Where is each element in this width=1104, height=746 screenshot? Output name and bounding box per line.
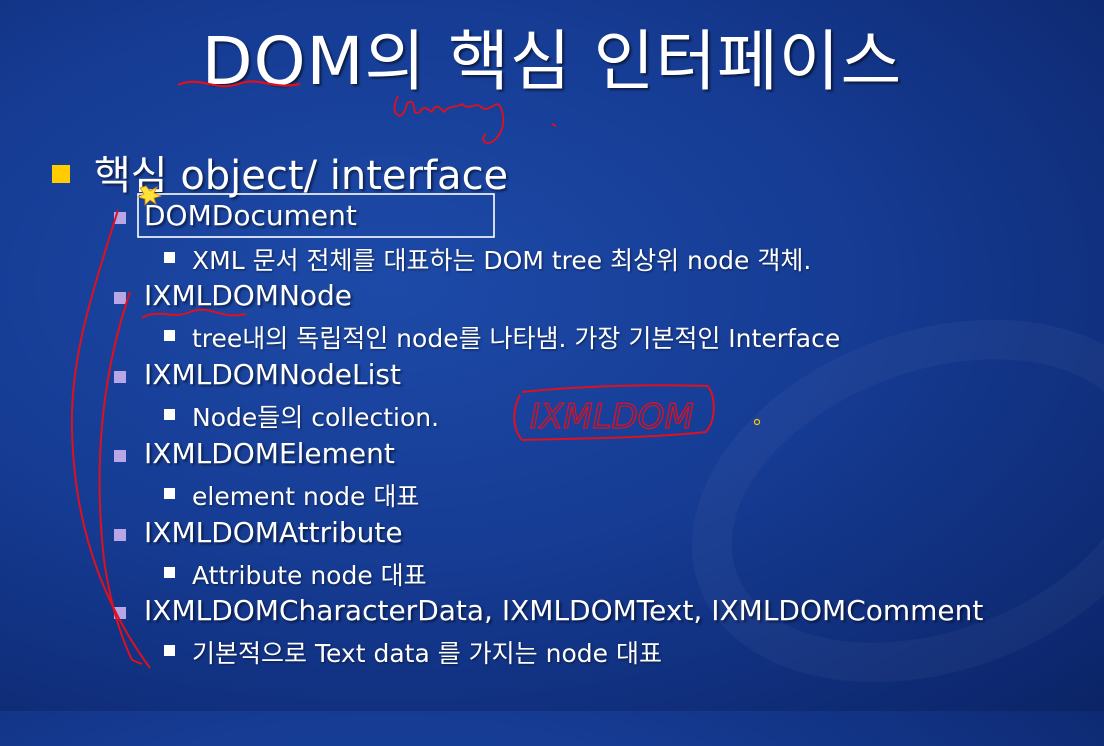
item-name: DOMDocument (144, 199, 357, 232)
square-bullet-icon (164, 409, 175, 420)
square-bullet-icon (114, 292, 126, 304)
item-name: IXMLDOMNodeList (144, 358, 401, 391)
square-bullet-icon (164, 252, 175, 263)
ixmldom-box-ink (513, 384, 715, 441)
item-desc: tree내의 독립적인 node를 나타냄. 가장 기본적인 Interface (192, 324, 841, 353)
left-bracket-ink (70, 209, 151, 669)
inner-bracket-ink (98, 291, 133, 661)
slide: DOM의 핵심 인터페이스 핵심 object/ interface DOMDo… (0, 0, 1104, 711)
item-desc: 기본적으로 Text data 를 가지는 node 대표 (192, 639, 662, 668)
square-bullet-icon (114, 450, 126, 462)
item-desc: Attribute node 대표 (192, 561, 427, 590)
item-name: IXMLDOMAttribute (144, 516, 403, 549)
slide-title: DOM의 핵심 인터페이스 (201, 23, 903, 100)
square-bullet-icon (164, 488, 175, 499)
item-name: IXMLDOMElement (144, 437, 395, 470)
ixmldom-handwriting: IXMLDOM (530, 397, 694, 437)
square-bullet-icon (114, 529, 126, 541)
item-name: IXMLDOMCharacterData, IXMLDOMText, IXMLD… (144, 594, 984, 627)
square-bullet-icon (52, 165, 70, 183)
main-bullet-text: 핵심 object/ interface (94, 153, 509, 199)
square-bullet-icon (164, 567, 175, 578)
item-desc: XML 문서 전체를 대표하는 DOM tree 최상위 node 객체. (192, 246, 812, 275)
item-desc: Node들의 collection. (192, 403, 440, 432)
square-bullet-icon (114, 212, 126, 224)
square-bullet-icon (164, 645, 175, 656)
item-desc: element node 대표 (192, 482, 420, 511)
square-bullet-icon (114, 607, 126, 619)
square-bullet-icon (114, 371, 126, 383)
item-name: IXMLDOMNode (144, 279, 353, 312)
square-bullet-icon (164, 330, 175, 341)
